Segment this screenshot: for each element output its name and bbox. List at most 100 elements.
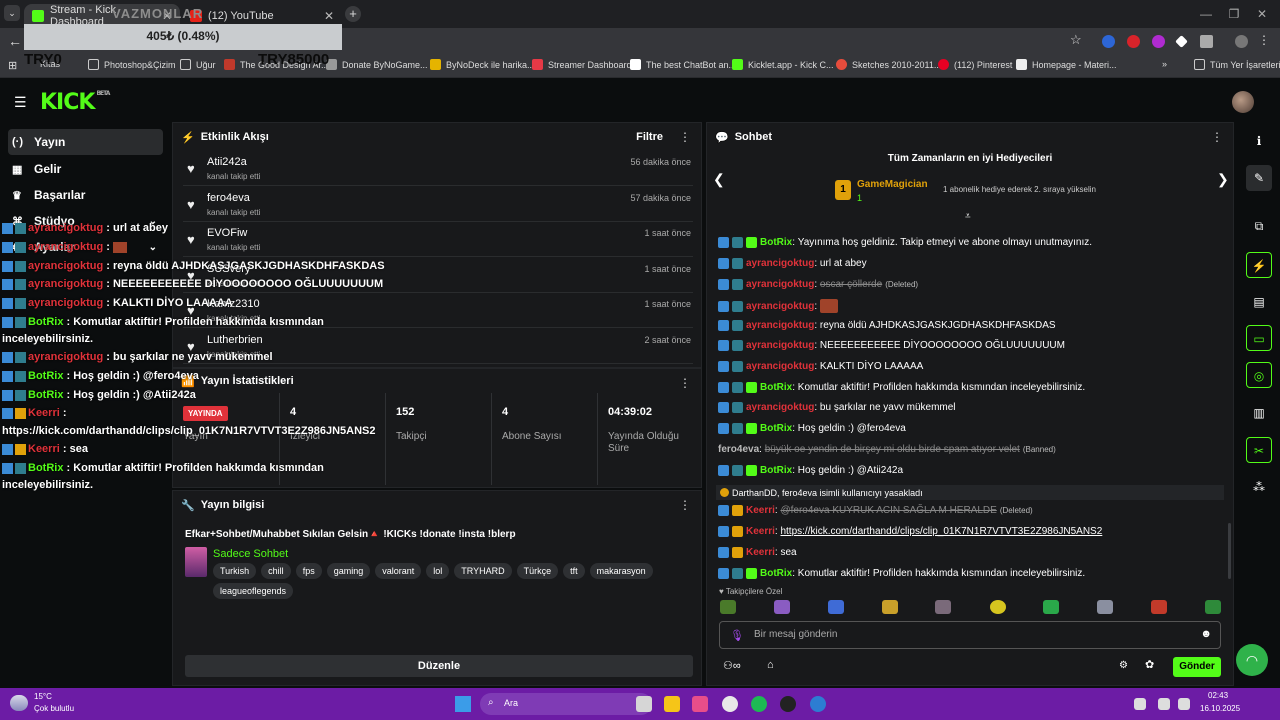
bookmark-item[interactable]: Kicklet.app - Kick C... [732,59,834,70]
bookmark-item[interactable]: Sketches 2010-2011... [836,59,941,70]
extension-icon[interactable] [1102,35,1115,48]
back-icon[interactable]: ← [8,33,22,49]
bookmark-item[interactable]: ByNoDeck ile harika... [430,59,535,70]
weather-temp[interactable]: 15°C [34,692,52,701]
info-icon[interactable]: ℹ [1246,128,1272,154]
bookmark-item[interactable]: Streamer Dashboard [532,59,632,70]
obs-icon[interactable] [780,696,796,712]
extension-icon[interactable] [1127,35,1140,48]
support-headset-icon[interactable]: ◠ [1236,644,1268,676]
tag-pill[interactable]: makarasyon [589,563,653,579]
extension-icon[interactable] [1175,35,1188,48]
scroll-down-icon[interactable]: ⩡ [965,211,971,222]
all-bookmarks-button[interactable]: Tüm Yer İşaretleri [1194,59,1280,70]
follower-name[interactable]: EVOFiw [207,227,247,239]
emote-icon[interactable] [935,600,951,614]
clock-time[interactable]: 02:43 [1208,691,1228,700]
chat-username[interactable]: ayrancigoktug [746,402,814,413]
lightning-action-icon[interactable]: ⚡ [1246,252,1272,278]
kick-logo[interactable]: KICK BETA [40,90,110,115]
profile-icon[interactable] [1235,35,1248,48]
close-window-icon[interactable]: ✕ [1244,0,1280,28]
chat-username[interactable]: ayrancigoktug [746,340,814,351]
tag-pill[interactable]: fps [295,563,322,579]
chat-username[interactable]: ayrancigoktug [746,258,814,269]
chat-username[interactable]: fero4eva [718,444,759,455]
follower-name[interactable]: fero4eva [207,192,250,204]
filter-button[interactable]: Filtre [636,131,663,143]
activity-item[interactable]: ♥ Atii242a kanalı takip etti 56 dakika önce [183,151,693,186]
chat-username[interactable]: BotRix [760,568,792,579]
chat-username[interactable]: ayrancigoktug [746,320,814,331]
category-thumbnail[interactable] [185,547,207,577]
top-gifter-name[interactable]: GameMagician [857,179,928,190]
new-tab-button[interactable]: + [345,6,361,22]
emoji-icon[interactable]: ☻ [1200,628,1212,640]
settings-gear-icon[interactable]: ⚙ [1119,660,1128,671]
chat-input[interactable]: 🎙 Bir mesaj gönderin ☻ [719,621,1221,649]
user-avatar[interactable] [1232,91,1254,113]
chevron-right-icon[interactable]: ❯ [1217,171,1229,188]
chat-username[interactable]: ayrancigoktug [746,279,814,290]
tag-pill[interactable]: Türkçe [516,563,559,579]
windows-start-icon[interactable] [455,696,471,712]
tag-pill[interactable]: TRYHARD [454,563,512,579]
more-options-icon[interactable]: ⋮ [679,376,691,390]
app-icon[interactable] [810,696,826,712]
sidebar-item-gelir[interactable]: ▦ Gelir [8,156,163,182]
tag-pill[interactable]: lol [426,563,450,579]
menu-icon[interactable]: ⋮ [1258,33,1270,47]
emote-icon[interactable] [1043,600,1059,614]
sidebar-item-yayin[interactable]: (·) Yayın [8,129,163,155]
emote-icon[interactable] [774,600,790,614]
chevron-left-icon[interactable]: ❮ [713,171,725,188]
activity-item[interactable]: ♥ fero4eva kanalı takip etti 57 dakika önce [183,187,693,222]
tag-pill[interactable]: valorant [375,563,422,579]
tag-pill[interactable]: Turkish [213,563,257,579]
hamburger-menu-icon[interactable]: ☰ [14,94,27,111]
tag-pill[interactable]: tft [563,563,585,579]
crop-icon[interactable]: ⧉ [1246,213,1272,239]
print-icon[interactable]: ▥ [1246,400,1272,426]
tag-pill[interactable]: leagueoflegends [213,583,294,599]
follower-name[interactable]: Lutherbrien [207,334,263,346]
taskbar-search[interactable]: ⌕ Ara [480,693,652,715]
chat-username[interactable]: Keerri [746,547,775,558]
emote-icon[interactable]: ✿ [1145,658,1154,671]
emote-icon[interactable] [1151,600,1167,614]
tag-pill[interactable]: gaming [326,563,371,579]
bot-icon[interactable]: ⚇∞ [723,659,741,672]
weather-desc[interactable]: Çok bulutlu [34,704,74,713]
emote-icon[interactable] [1205,600,1221,614]
spotify-icon[interactable] [751,696,767,712]
broadcast-action-icon[interactable]: ◎ [1246,362,1272,388]
more-bookmarks-button[interactable]: » [1162,59,1167,69]
more-options-icon[interactable]: ⋮ [1211,130,1223,144]
tool-action-icon[interactable]: ✂ [1246,437,1272,463]
bookmark-item[interactable]: The best ChatBot an... [630,59,736,70]
sidebar-item-basarilar[interactable]: ♛ Başarılar [8,182,163,208]
edit-pencil-icon[interactable]: ✎ [1246,165,1272,191]
chat-scrollbar[interactable] [1228,523,1231,579]
microphone-icon[interactable]: 🎙 [730,629,744,642]
chrome-icon[interactable] [722,696,738,712]
volume-icon[interactable] [1178,698,1190,710]
emote-icon[interactable] [720,600,736,614]
edit-button[interactable]: Düzenle [185,655,693,677]
emote-icon[interactable] [882,600,898,614]
chat-username[interactable]: Keerri [746,526,775,537]
document-icon[interactable]: ▤ [1246,289,1272,315]
emote-icon[interactable] [828,600,844,614]
file-explorer-icon[interactable] [664,696,680,712]
emote-icon[interactable] [990,600,1006,614]
apps-grid-icon[interactable]: ⊞ [8,59,17,72]
tab-close-icon[interactable]: ✕ [324,9,334,23]
bookmark-item[interactable]: Uğur [180,59,216,70]
tag-pill[interactable]: chill [261,563,291,579]
bookmark-item[interactable]: Homepage - Materi... [1016,59,1117,70]
star-icon[interactable]: ☆ [1070,32,1082,48]
category-name[interactable]: Sadece Sohbet [213,548,288,560]
bookmark-item[interactable]: Donate ByNoGame... [326,59,428,70]
clock-date[interactable]: 16.10.2025 [1200,704,1240,713]
connect-icon[interactable]: ⁂ [1246,474,1272,500]
